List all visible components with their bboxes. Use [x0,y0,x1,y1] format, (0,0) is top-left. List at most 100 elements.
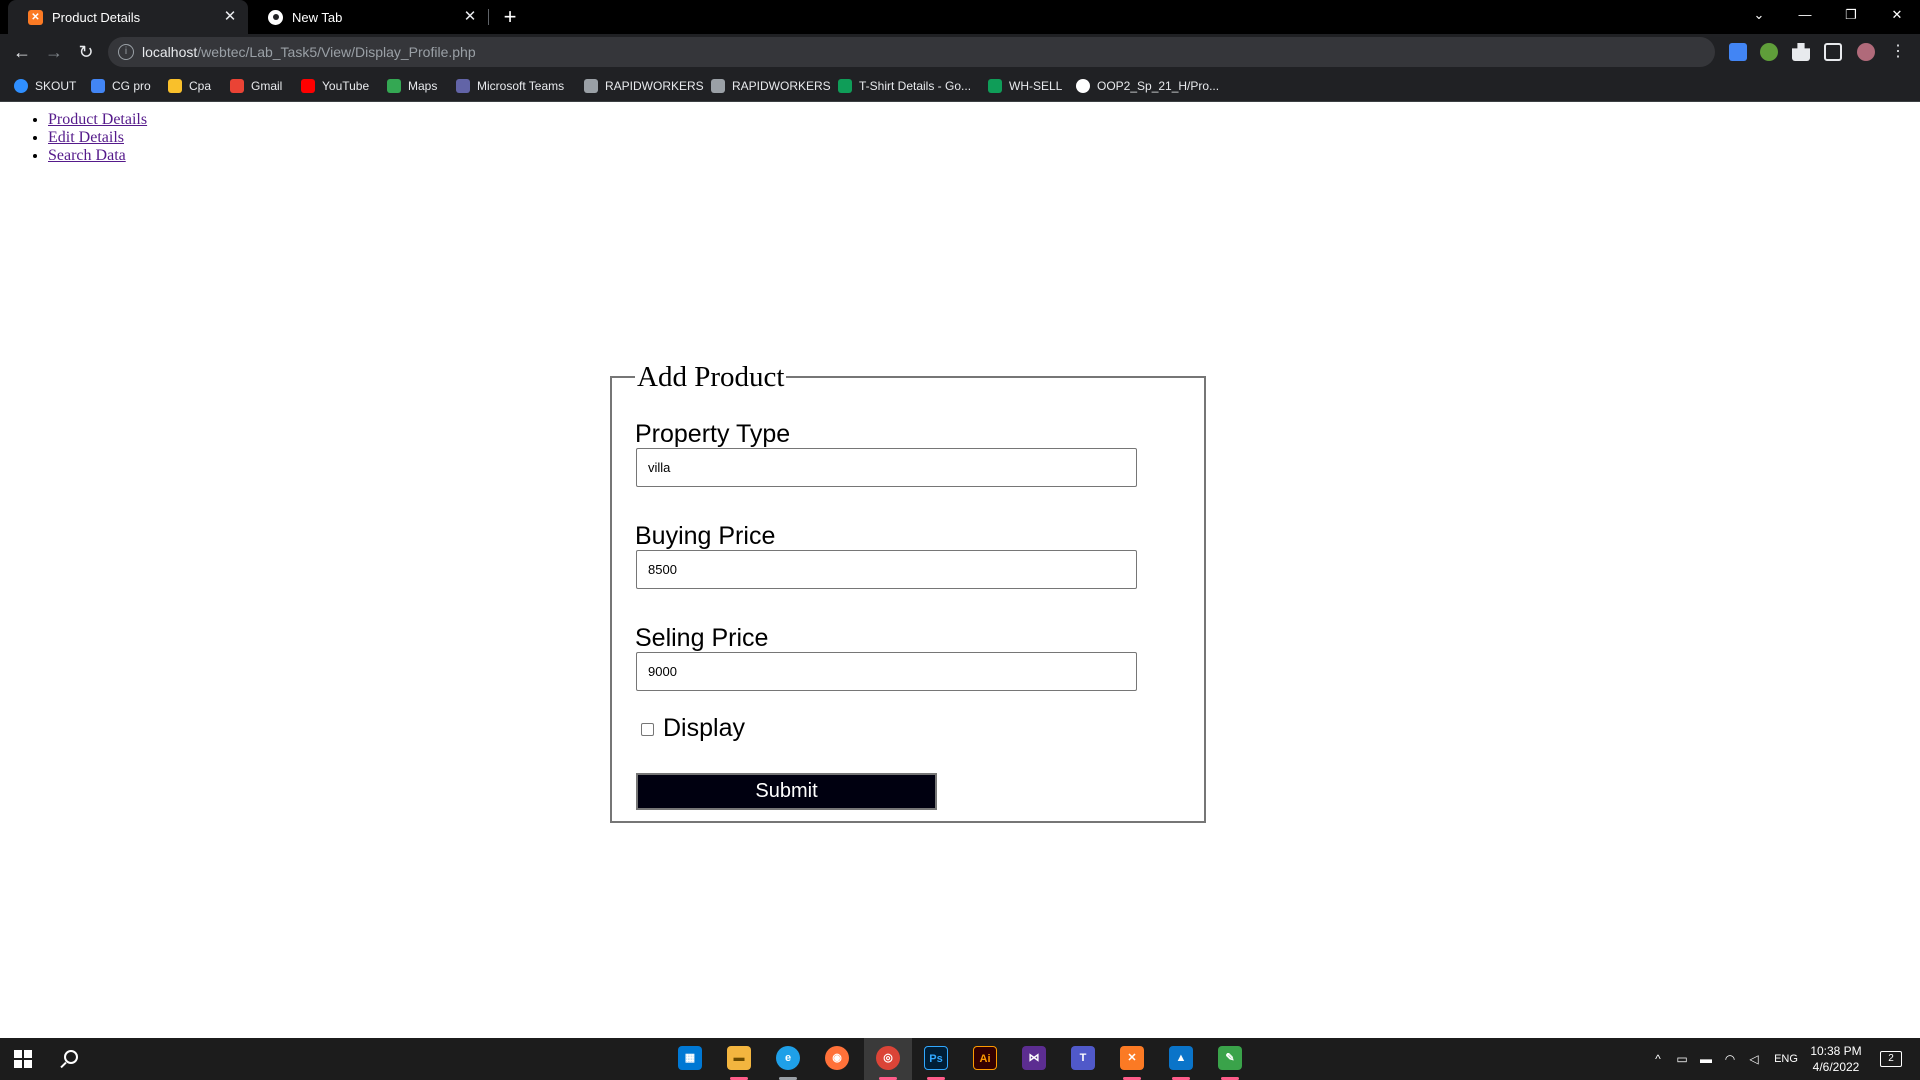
taskbar-clock[interactable]: 10:38 PM 4/6/2022 [1806,1043,1866,1075]
chrome-icon[interactable]: ◎ [876,1046,900,1070]
bookmark-skout[interactable]: SKOUT [14,77,76,95]
teams-icon[interactable]: T [1071,1046,1095,1070]
sheets-icon [838,79,852,93]
buying-price-label: Buying Price [635,522,776,550]
bookmark-rapidworkers-2[interactable]: RAPIDWORKERS [711,77,831,95]
file-explorer-icon[interactable]: ▬ [727,1046,751,1070]
github-icon [1076,79,1090,93]
nav-item: Product Details [48,111,147,129]
visual-studio-icon[interactable]: ⋈ [1022,1046,1046,1070]
bookmark-maps[interactable]: Maps [387,77,437,95]
firefox-icon[interactable]: ◉ [825,1046,849,1070]
buying-price-input[interactable]: 8500 [636,550,1137,589]
bookmark-label: Microsoft Teams [477,79,565,93]
link-search-data[interactable]: Search Data [48,147,126,164]
side-panel-icon[interactable] [1824,43,1842,61]
url-path: /webtec/Lab_Task5/View/Display_Profile.p… [197,44,476,60]
back-button[interactable]: ← [8,38,36,66]
display-checkbox-label[interactable]: Display [663,714,745,743]
notepad-icon[interactable]: ✎ [1218,1046,1242,1070]
nav-link-list: Product Details Edit Details Search Data [48,111,147,165]
menu-kebab-icon[interactable]: ⋮ [1884,38,1912,66]
battery-icon[interactable]: ▬ [1698,1051,1714,1067]
rapidworkers-icon [584,79,598,93]
tab-search-button[interactable]: ⌄ [1736,0,1782,30]
address-bar[interactable]: i localhost/webtec/Lab_Task5/View/Displa… [108,37,1715,67]
tab-title: New Tab [292,9,343,25]
bookmark-youtube[interactable]: YouTube [301,77,369,95]
bookmark-gmail[interactable]: Gmail [230,77,282,95]
xampp-icon[interactable]: ✕ [1120,1046,1144,1070]
wifi-icon[interactable]: ◠ [1722,1051,1738,1067]
bookmark-label: YouTube [322,79,370,93]
bookmark-label: RAPIDWORKERS [605,79,704,93]
chevron-up-icon[interactable]: ^ [1650,1051,1666,1067]
selling-price-input[interactable]: 9000 [636,652,1137,691]
site-info-icon[interactable]: i [118,44,134,60]
bookmark-wh-sell[interactable]: WH-SELL [988,77,1062,95]
forward-button[interactable]: → [40,38,68,66]
close-tab-icon[interactable]: ✕ [462,9,478,25]
bookmark-rapidworkers[interactable]: RAPIDWORKERS [584,77,704,95]
tab-strip: ✕ Product Details ✕ New Tab ✕ + ⌄ — ❐ ✕ [0,0,1920,34]
restore-button[interactable]: ❐ [1828,0,1874,30]
notification-center-icon[interactable]: 2 [1880,1051,1902,1067]
windows-start-icon[interactable] [14,1050,32,1068]
add-product-form: Add Product Property Type villa Buying P… [610,362,1206,823]
close-tab-icon[interactable]: ✕ [222,9,238,25]
bookmark-label: CG pro [112,79,151,93]
bookmark-microsoft-teams[interactable]: Microsoft Teams [456,77,564,95]
device-icon[interactable]: ▭ [1674,1051,1690,1067]
puzzle-extensions-icon[interactable] [1792,43,1810,61]
bookmark-cg-pro[interactable]: CG pro [91,77,151,95]
new-tab-button[interactable]: + [496,4,524,30]
translate-extension-icon[interactable] [1729,43,1747,61]
xampp-icon: ✕ [28,9,43,25]
teams-icon [456,79,470,93]
link-product-details[interactable]: Product Details [48,111,147,128]
extension-icon[interactable] [1760,43,1778,61]
tab-title: Product Details [52,9,141,25]
chrome-icon [268,9,283,25]
windows-taskbar: ▦ ▬ e ◉ ◎ Ps Ai ⋈ T ✕ ▲ ✎ ^ ▭ ▬ ◠ ◁ ENG … [0,1038,1920,1080]
store-icon[interactable]: ▦ [678,1046,702,1070]
minimize-button[interactable]: — [1782,0,1828,30]
tab-divider [488,9,489,25]
bookmark-label: WH-SELL [1009,79,1063,93]
illustrator-icon[interactable]: Ai [973,1046,997,1070]
youtube-icon [301,79,315,93]
gmail-icon [230,79,244,93]
bookmark-label: T-Shirt Details - Go... [859,79,972,93]
bookmarks-bar: SKOUT CG pro Cpa Gmail YouTube Maps Micr… [0,70,1920,102]
edge-icon[interactable]: e [776,1046,800,1070]
folder-icon [168,79,182,93]
reload-button[interactable]: ↻ [72,38,100,66]
property-type-input[interactable]: villa [636,448,1137,487]
bookmark-label: Gmail [251,79,283,93]
profile-avatar[interactable] [1857,43,1875,61]
photos-icon[interactable]: ▲ [1169,1046,1193,1070]
form-legend: Add Product [637,361,785,393]
language-indicator[interactable]: ENG [1772,1051,1800,1067]
rapidworkers-icon [711,79,725,93]
tab-product-details[interactable]: ✕ Product Details ✕ [8,0,248,34]
bookmark-cpa[interactable]: Cpa [168,77,211,95]
skout-icon [14,79,28,93]
link-edit-details[interactable]: Edit Details [48,129,124,146]
search-icon[interactable] [64,1050,78,1064]
display-checkbox[interactable] [641,723,654,736]
photoshop-icon[interactable]: Ps [924,1046,948,1070]
volume-icon[interactable]: ◁ [1746,1051,1762,1067]
clock-time: 10:38 PM [1810,1044,1862,1058]
page-content: Product Details Edit Details Search Data… [0,103,1920,1038]
bookmark-label: Cpa [189,79,212,93]
bookmark-github-oop2[interactable]: OOP2_Sp_21_H/Pro... [1076,77,1219,95]
bookmark-label: SKOUT [35,79,77,93]
close-window-button[interactable]: ✕ [1874,0,1920,30]
tab-new-tab[interactable]: New Tab ✕ [248,0,488,34]
url-text[interactable]: localhost/webtec/Lab_Task5/View/Display_… [142,44,476,60]
bookmark-label: Maps [408,79,438,93]
nav-item: Search Data [48,147,147,165]
submit-button[interactable]: Submit [636,773,937,810]
bookmark-tshirt-details[interactable]: T-Shirt Details - Go... [838,77,971,95]
